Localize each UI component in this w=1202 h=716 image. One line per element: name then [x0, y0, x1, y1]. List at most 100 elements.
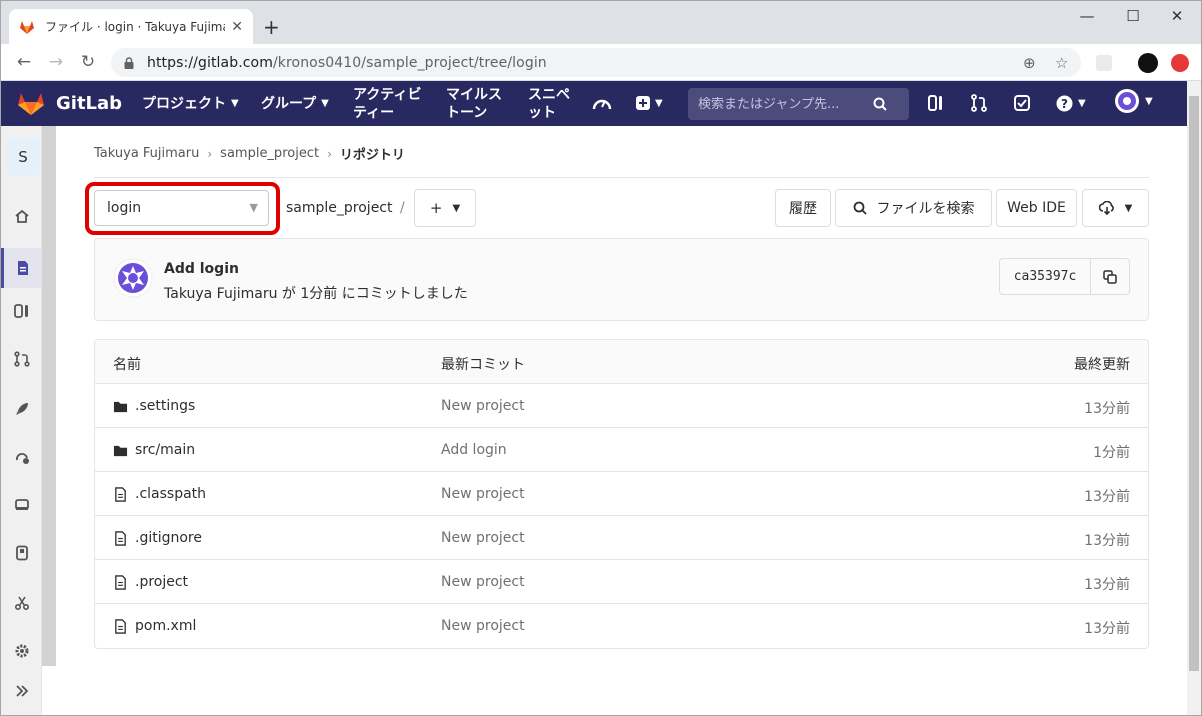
history-button[interactable]: 履歴 — [775, 189, 831, 227]
commit-message-cell[interactable]: New project — [441, 618, 525, 634]
snippets-scissors-icon[interactable] — [1, 588, 42, 618]
issues-sidebar-icon[interactable] — [1, 296, 42, 326]
extension-red-icon[interactable] — [1171, 54, 1189, 72]
chevron-down-icon: ▼ — [1145, 95, 1153, 107]
commit-message-cell[interactable]: New project — [441, 398, 525, 414]
file-name-cell[interactable]: .gitignore — [113, 530, 202, 546]
gitlab-brand[interactable]: GitLab — [56, 93, 122, 114]
extension-icon[interactable] — [1096, 55, 1112, 71]
table-row[interactable]: .classpath New project 13分前 — [95, 472, 1148, 516]
profile-avatar-icon[interactable] — [1138, 53, 1158, 73]
add-to-tree-button[interactable]: + ▼ — [414, 189, 476, 227]
admin-dashboard-icon[interactable] — [591, 93, 613, 113]
menu-activity[interactable]: アクティビ ティー — [353, 81, 421, 126]
search-box[interactable] — [688, 88, 909, 120]
breadcrumb-project[interactable]: sample_project — [220, 146, 319, 161]
file-name-cell[interactable]: .project — [113, 574, 188, 590]
expand-sidebar-icon[interactable] — [1, 676, 42, 706]
sidebar-scrollbar[interactable] — [42, 126, 56, 666]
updated-cell: 13分前 — [1084, 489, 1130, 505]
file-icon — [115, 574, 126, 590]
menu-snippets[interactable]: スニペ ット — [528, 81, 570, 126]
table-row[interactable]: pom.xml New project 13分前 — [95, 604, 1148, 648]
plus-label: + — [429, 199, 443, 217]
updated-cell: 13分前 — [1084, 401, 1130, 417]
commit-message-cell[interactable]: Add login — [441, 442, 507, 458]
url-path: /kronos0410/sample_project/tree/login — [272, 54, 547, 71]
path-root[interactable]: sample_project — [286, 200, 393, 216]
commit-message-cell[interactable]: New project — [441, 530, 525, 546]
browser-tab[interactable]: ファイル · login · Takuya Fujimaru / ✕ — [9, 9, 253, 44]
packages-icon[interactable] — [1, 490, 42, 520]
file-name-cell[interactable]: src/main — [113, 442, 195, 458]
table-row[interactable]: .settings New project 13分前 — [95, 384, 1148, 428]
ci-cd-rocket-icon[interactable] — [1, 394, 42, 424]
gitlab-logo-icon[interactable] — [17, 90, 45, 116]
menu-activity-line1: アクティビ — [353, 86, 422, 103]
chevron-down-icon: ▼ — [452, 202, 461, 214]
close-tab-icon[interactable]: ✕ — [231, 19, 243, 35]
folder-icon — [113, 445, 128, 456]
settings-gear-icon[interactable] — [1, 636, 42, 666]
file-name-cell[interactable]: .settings — [113, 398, 195, 414]
back-icon[interactable]: ← — [13, 52, 35, 72]
commit-message-cell[interactable]: New project — [441, 574, 525, 590]
gitlab-navbar: GitLab プロジェクト ▼ グループ ▼ アクティビ ティー マイルス トー… — [1, 81, 1201, 126]
table-row[interactable]: src/main Add login 1分前 — [95, 428, 1148, 472]
scrollbar-thumb[interactable] — [1189, 96, 1199, 671]
new-tab-icon[interactable]: + — [263, 15, 280, 39]
menu-milestones-line1: マイルス — [446, 86, 502, 103]
file-name: src/main — [135, 442, 196, 458]
menu-projects[interactable]: プロジェクト ▼ — [142, 81, 239, 126]
search-icon — [853, 201, 867, 215]
merge-requests-icon[interactable] — [971, 93, 987, 113]
menu-groups[interactable]: グループ ▼ — [261, 81, 329, 126]
breadcrumb-user[interactable]: Takuya Fujimaru — [94, 146, 199, 161]
repository-icon[interactable] — [1, 248, 42, 288]
updated-cell: 13分前 — [1084, 621, 1130, 637]
minimize-icon[interactable]: — — [1077, 7, 1097, 25]
find-file-button[interactable]: ファイルを検索 — [835, 189, 992, 227]
project-avatar[interactable]: S — [7, 138, 39, 176]
breadcrumb-repository[interactable]: リポジトリ — [340, 144, 405, 163]
maximize-icon[interactable]: ☐ — [1123, 7, 1143, 25]
reload-icon[interactable]: ↻ — [77, 52, 99, 72]
close-window-icon[interactable]: ✕ — [1167, 7, 1187, 25]
web-ide-button[interactable]: Web IDE — [996, 189, 1077, 227]
file-name-cell[interactable]: .classpath — [113, 486, 206, 502]
wiki-icon[interactable] — [1, 538, 42, 568]
zoom-icon[interactable]: ⊕ — [1023, 54, 1036, 72]
search-input[interactable] — [698, 96, 873, 112]
commit-message-cell[interactable]: New project — [441, 486, 525, 502]
breadcrumb: Takuya Fujimaru › sample_project › リポジトリ — [94, 144, 405, 163]
menu-snippets-line2: ット — [528, 104, 556, 121]
forward-icon[interactable]: → — [45, 52, 67, 72]
new-item-icon[interactable]: ▼ — [635, 93, 663, 113]
issues-icon[interactable] — [928, 93, 944, 113]
table-row[interactable]: .gitignore New project 13分前 — [95, 516, 1148, 560]
help-icon[interactable]: ? ▼ — [1056, 93, 1086, 113]
url-bar[interactable]: https://gitlab.com/kronos0410/sample_pro… — [111, 48, 1081, 77]
project-overview-icon[interactable] — [1, 201, 42, 231]
menu-milestones[interactable]: マイルス トーン — [446, 81, 502, 126]
copy-icon — [1103, 269, 1117, 284]
todo-icon[interactable] — [1014, 93, 1030, 113]
page-scrollbar[interactable] — [1187, 81, 1201, 715]
file-name-cell[interactable]: pom.xml — [113, 618, 196, 634]
merge-requests-sidebar-icon[interactable] — [1, 344, 42, 374]
highlight-annotation — [85, 182, 280, 235]
bookmark-star-icon[interactable]: ☆ — [1055, 54, 1068, 72]
chevron-down-icon: ▼ — [231, 97, 239, 109]
user-avatar-icon[interactable]: ▼ — [1114, 89, 1153, 113]
operations-icon[interactable] — [1, 442, 42, 472]
download-button[interactable]: ▼ — [1082, 189, 1149, 227]
commit-sha[interactable]: ca35397c — [999, 258, 1091, 295]
tab-strip: ファイル · login · Takuya Fujimaru / ✕ + — ☐… — [1, 1, 1201, 44]
commit-title[interactable]: Add login — [164, 261, 239, 277]
committer-avatar-icon[interactable] — [113, 258, 153, 298]
copy-sha-button[interactable] — [1090, 258, 1130, 295]
search-icon — [873, 97, 887, 111]
table-row[interactable]: .project New project 13分前 — [95, 560, 1148, 604]
find-file-label: ファイルを検索 — [876, 201, 975, 217]
url-host: https://gitlab.com — [147, 54, 273, 71]
